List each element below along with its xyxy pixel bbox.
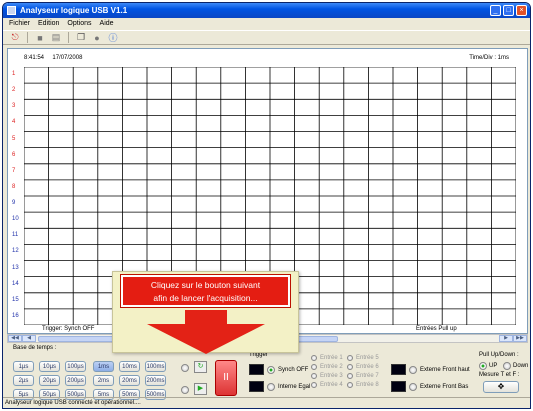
- timebase-button[interactable]: 1µs: [13, 361, 34, 372]
- maximize-button[interactable]: □: [503, 5, 514, 16]
- pull-label: Pull Up/Down :: [479, 352, 519, 358]
- row-label: 10: [12, 216, 19, 223]
- row-label: 1: [12, 71, 16, 77]
- synch-off-radio[interactable]: [267, 365, 275, 374]
- timebase-button[interactable]: 100µs: [65, 361, 86, 372]
- continuous-radio[interactable]: [181, 386, 189, 394]
- timebase-button[interactable]: 2µs: [13, 375, 34, 386]
- timebase-button[interactable]: 20ms: [119, 375, 140, 386]
- entree-option[interactable]: Entrée 2: [311, 364, 343, 370]
- interne-egal-icon: [249, 381, 264, 392]
- ext-bas-radio[interactable]: [409, 382, 417, 391]
- scroll-last-icon[interactable]: ▶▶: [513, 335, 527, 342]
- time-div-label: Time/Div : 1ms: [469, 55, 509, 61]
- row-label: 5: [12, 135, 16, 142]
- timebase-button[interactable]: 20µs: [39, 375, 60, 386]
- row-label: 2: [12, 87, 16, 94]
- menu-bar: Fichier Edition Options Aide: [3, 18, 530, 29]
- pull-up-label: UP: [489, 363, 498, 369]
- timebase-button[interactable]: 10ms: [119, 361, 140, 372]
- interne-egal-label: Interne Egal: [278, 383, 311, 390]
- timebase-button[interactable]: 10µs: [39, 361, 60, 372]
- front-bas-icon: [391, 381, 406, 392]
- stop-icon[interactable]: ■: [34, 32, 46, 44]
- interne-egal-radio[interactable]: [267, 382, 275, 391]
- info-icon[interactable]: ⓘ: [107, 32, 119, 44]
- pull-up-radio[interactable]: [479, 362, 487, 370]
- timebase-button[interactable]: 1ms: [93, 361, 114, 372]
- timebase-label: Base de temps :: [13, 345, 57, 351]
- single-radio[interactable]: [181, 364, 189, 372]
- exit-icon[interactable]: ⎋: [9, 32, 21, 44]
- row-label: 8: [12, 183, 16, 190]
- app-window: Analyseur logique USB V1.1 _ □ × Fichier…: [2, 2, 531, 409]
- down-arrow-icon: [147, 310, 265, 354]
- toolbar: ⎋ ■ ▤ ❐ ● ⓘ: [3, 30, 530, 45]
- copy-icon[interactable]: ❐: [75, 32, 87, 44]
- menu-aide[interactable]: Aide: [100, 20, 114, 27]
- run-button[interactable]: ▶: [194, 383, 207, 395]
- row-label: 16: [12, 312, 19, 319]
- time-date: 8:41:54 17/07/2008: [24, 55, 83, 61]
- row-label: 7: [12, 167, 16, 174]
- callout-message: Cliquez sur le bouton suivant afin de la…: [120, 274, 291, 308]
- stop-acquisition-button[interactable]: II: [215, 360, 237, 396]
- entree-option[interactable]: Entrée 5: [347, 355, 379, 361]
- scroll-left-icon[interactable]: ◀: [22, 335, 36, 342]
- menu-fichier[interactable]: Fichier: [9, 20, 30, 27]
- pull-group: Pull Up/Down : UP Down Mesure T et F : ✥: [473, 350, 529, 396]
- ext-bas-label: Externe Front Bas: [420, 383, 469, 390]
- row-label: 13: [12, 264, 19, 271]
- callout-line-2: afin de lancer l'acquisition...: [153, 293, 258, 303]
- title-bar: Analyseur logique USB V1.1 _ □ ×: [3, 3, 530, 18]
- entree-option[interactable]: Entrée 7: [347, 373, 379, 379]
- record-icon[interactable]: ●: [91, 32, 103, 44]
- row-label: 3: [12, 103, 16, 110]
- row-label: 14: [12, 280, 19, 287]
- menu-options[interactable]: Options: [67, 20, 91, 27]
- synch-off-icon: [249, 364, 264, 375]
- app-icon: [7, 6, 16, 15]
- acquisition-group: ↻ ▶ II: [181, 350, 239, 398]
- scroll-first-icon[interactable]: ◀◀: [8, 335, 22, 342]
- row-label: 12: [12, 248, 19, 255]
- close-button[interactable]: ×: [516, 5, 527, 16]
- mesure-label: Mesure T et F :: [479, 372, 520, 378]
- callout-line-1: Cliquez sur le bouton suivant: [150, 280, 261, 290]
- entree-option[interactable]: Entrée 1: [311, 355, 343, 361]
- entree-option[interactable]: Entrée 4: [311, 382, 343, 388]
- pull-down-radio[interactable]: [503, 362, 511, 370]
- entree-option[interactable]: Entrée 3: [311, 373, 343, 379]
- front-haut-icon: [391, 364, 406, 375]
- pull-down-label: Down: [513, 363, 529, 369]
- row-label: 15: [12, 296, 19, 303]
- synch-off-label: Synch OFF: [278, 366, 309, 373]
- measure-button[interactable]: ✥: [483, 381, 519, 393]
- window-title: Analyseur logique USB V1.1: [20, 6, 128, 15]
- entree-option[interactable]: Entrée 8: [347, 382, 379, 388]
- row-label: 11: [12, 232, 19, 239]
- timebase-button[interactable]: 100ms: [145, 361, 166, 372]
- entree-option[interactable]: Entrée 6: [347, 364, 379, 370]
- row-label: 6: [12, 151, 16, 158]
- trigger-status: Trigger: Synch OFF: [42, 326, 95, 332]
- row-label: 9: [12, 200, 16, 206]
- timebase-button[interactable]: 200ms: [145, 375, 166, 386]
- tutorial-callout: Cliquez sur le bouton suivant afin de la…: [112, 271, 299, 354]
- status-bar: Analyseur logique USB connecté et opérat…: [3, 397, 530, 408]
- minimize-button[interactable]: _: [490, 5, 501, 16]
- timebase-button[interactable]: 200µs: [65, 375, 86, 386]
- single-shot-button[interactable]: ↻: [194, 361, 207, 373]
- print-icon[interactable]: ▤: [50, 32, 62, 44]
- ext-haut-label: Externe Front haut: [420, 366, 470, 373]
- ext-haut-radio[interactable]: [409, 365, 417, 374]
- scroll-right-icon[interactable]: ▶: [499, 335, 513, 342]
- menu-edition[interactable]: Edition: [38, 20, 59, 27]
- row-label: 4: [12, 119, 16, 126]
- pullup-status: Entrées Pull up: [416, 326, 457, 332]
- timebase-button[interactable]: 2ms: [93, 375, 114, 386]
